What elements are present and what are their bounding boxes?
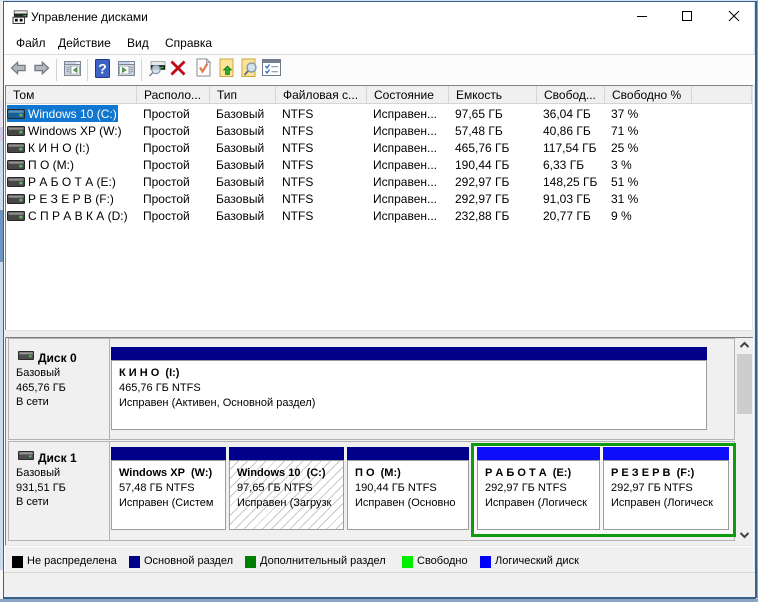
svg-text:?: ? — [98, 61, 107, 77]
